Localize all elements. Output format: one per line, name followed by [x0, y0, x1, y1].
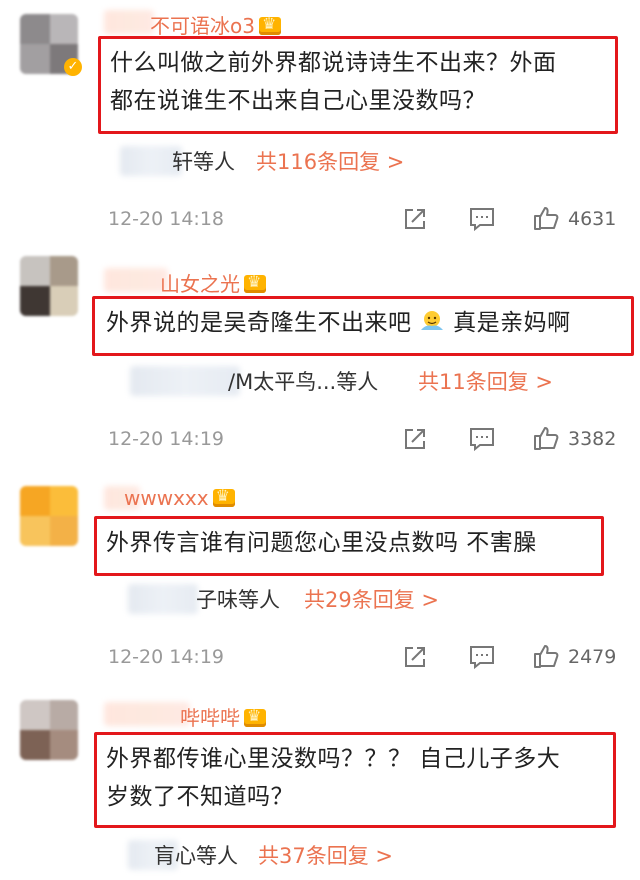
like-icon[interactable] — [532, 424, 560, 452]
comment-text-line-2: 岁数了不知道吗？ — [106, 784, 294, 810]
comment-card: 哔哔哔 外界都传谁心里没数吗？？？ 自己儿子多大 岁数了不知道吗？ 肓心等人 共… — [0, 688, 640, 880]
share-icon[interactable] — [402, 426, 428, 452]
comment-text-line-1: 外界说的是吴奇隆生不出来吧 真是亲妈啊 — [106, 310, 571, 336]
comment-text-line-1: 什么叫做之前外界都说诗诗生不出来？外面 — [110, 50, 557, 76]
vip-crown-icon — [212, 486, 235, 507]
like-count: 2479 — [568, 646, 617, 668]
share-icon[interactable] — [402, 644, 428, 670]
comment-icon[interactable] — [468, 426, 496, 452]
blurred-username-prefix — [104, 10, 154, 34]
avatar[interactable] — [20, 256, 78, 316]
reply-count-link[interactable]: 共29条回复 > — [304, 584, 439, 614]
comment-card: wwwxxx 外界传言谁有问题您心里没点数吗 不害臊 子味等人 共29条回复 >… — [0, 472, 640, 688]
reply-count-link[interactable]: 共11条回复 > — [418, 366, 553, 396]
share-icon[interactable] — [402, 206, 428, 232]
blurred-username-prefix — [104, 268, 168, 292]
comment-card: ✓ 不可语冰o3 什么叫做之前外界都说诗诗生不出来？外面 都在说谁生不出来自己心… — [0, 0, 640, 250]
comment-text-line-1: 外界都传谁心里没数吗？？？ 自己儿子多大 — [106, 746, 561, 772]
like-count: 3382 — [568, 428, 617, 450]
reply-summary[interactable]: 肓心等人 共37条回复 > — [108, 836, 448, 874]
reply-summary[interactable]: /M太平鸟...等人 共11条回复 > — [108, 362, 568, 400]
vip-crown-icon — [244, 272, 266, 293]
username[interactable]: 哔哔哔 — [180, 702, 266, 731]
comment-text-line-2: 都在说谁生不出来自己心里没数吗？ — [110, 88, 486, 114]
avatar[interactable] — [20, 700, 78, 760]
username[interactable]: 不可语冰o3 — [150, 10, 281, 39]
timestamp: 12-20 14:19 — [108, 428, 225, 450]
reply-count-link[interactable]: 共116条回复 > — [256, 146, 404, 176]
reply-summary[interactable]: 轩等人 共116条回复 > — [108, 142, 428, 180]
verified-badge-icon: ✓ — [64, 58, 82, 76]
comment-icon[interactable] — [468, 206, 496, 232]
like-icon[interactable] — [532, 642, 560, 670]
timestamp: 12-20 14:19 — [108, 646, 225, 668]
blurred-reply-names — [128, 584, 198, 614]
comment-card: 山女之光 外界说的是吴奇隆生不出来吧 真是亲妈啊 /M太平鸟...等人 共11条… — [0, 250, 640, 472]
shrug-emoji-icon — [421, 311, 444, 330]
comment-icon[interactable] — [468, 644, 496, 670]
like-icon[interactable] — [532, 204, 560, 232]
blurred-username-prefix — [104, 702, 190, 726]
reply-names: 肓心等人 — [154, 844, 238, 868]
reply-names: 子味等人 — [196, 588, 280, 612]
vip-crown-icon — [258, 14, 281, 35]
username[interactable]: 山女之光 — [160, 268, 266, 297]
avatar[interactable] — [20, 486, 78, 546]
username[interactable]: wwwxxx — [124, 486, 235, 510]
reply-count-link[interactable]: 共37条回复 > — [258, 840, 393, 870]
blurred-reply-names — [130, 366, 240, 396]
reply-summary[interactable]: 子味等人 共29条回复 > — [108, 580, 468, 618]
timestamp: 12-20 14:18 — [108, 208, 225, 230]
like-count: 4631 — [568, 208, 617, 230]
reply-names: 轩等人 — [172, 150, 235, 174]
vip-crown-icon — [244, 706, 266, 727]
comment-text-line-1: 外界传言谁有问题您心里没点数吗 不害臊 — [106, 530, 537, 556]
reply-names: /M太平鸟...等人 — [228, 370, 379, 394]
